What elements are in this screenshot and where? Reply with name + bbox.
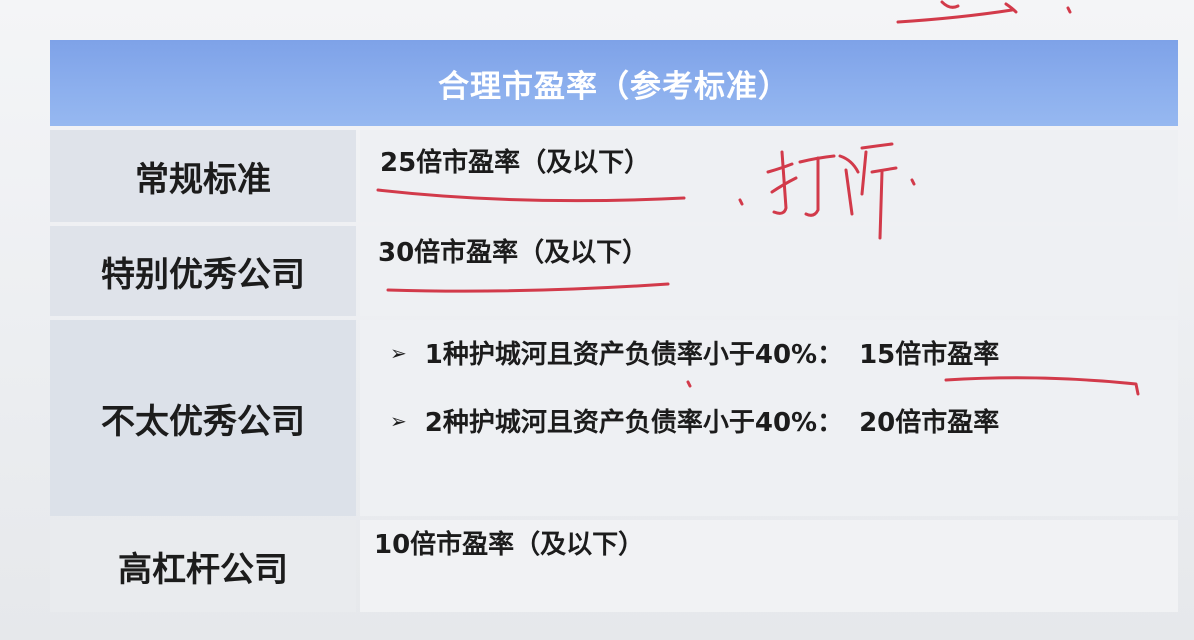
pe-reference-table: 合理市盈率（参考标准） 常规标准 25倍市盈率（及以下） 特别优秀公司 30倍市… <box>50 40 1178 612</box>
bullet-highlight: 15倍市盈率 <box>859 340 1000 370</box>
bullet-text: 2种护城河且资产负债率小于40%： <box>424 408 844 438</box>
list-item: ➢ 1种护城河且资产负债率小于40%： 15倍市盈率 <box>390 334 999 371</box>
row-value-cell: 10倍市盈率（及以下） <box>360 520 1178 612</box>
row-value-cell: 25倍市盈率（及以下） <box>360 130 1178 222</box>
row-value: 30倍市盈率（及以下） <box>378 238 649 268</box>
row-label: 高杠杆公司 <box>50 520 356 612</box>
row-value: 10倍市盈率（及以下） <box>374 530 645 560</box>
ink-stroke <box>896 8 1014 24</box>
table-row: 常规标准 25倍市盈率（及以下） <box>50 130 1178 222</box>
slide: 合理市盈率（参考标准） 常规标准 25倍市盈率（及以下） 特别优秀公司 30倍市… <box>0 0 1194 640</box>
bullet-highlight: 20倍市盈率 <box>859 408 1000 438</box>
table-row: 不太优秀公司 ➢ 1种护城河且资产负债率小于40%： 15倍市盈率 ➢ 2种护城… <box>50 320 1178 516</box>
table-row: 高杠杆公司 10倍市盈率（及以下） <box>50 520 1178 612</box>
row-value-cell: 30倍市盈率（及以下） <box>360 226 1178 316</box>
row-label: 特别优秀公司 <box>50 226 356 316</box>
arrowhead-bullet-icon: ➢ <box>390 408 407 433</box>
bullet-text: 1种护城河且资产负债率小于40%： <box>424 340 844 370</box>
row-label: 常规标准 <box>50 130 356 222</box>
ink-stroke <box>940 0 960 9</box>
list-item: ➢ 2种护城河且资产负债率小于40%： 20倍市盈率 <box>390 402 999 439</box>
arrowhead-bullet-icon: ➢ <box>390 340 407 365</box>
row-value: 25倍市盈率（及以下） <box>380 148 651 178</box>
row-value-cell: ➢ 1种护城河且资产负债率小于40%： 15倍市盈率 ➢ 2种护城河且资产负债率… <box>360 320 1178 516</box>
ink-stroke <box>1066 6 1072 14</box>
row-label: 不太优秀公司 <box>50 320 356 516</box>
table-title: 合理市盈率（参考标准） <box>50 40 1178 126</box>
ink-stroke <box>1004 2 1018 14</box>
table-row: 特别优秀公司 30倍市盈率（及以下） <box>50 226 1178 316</box>
